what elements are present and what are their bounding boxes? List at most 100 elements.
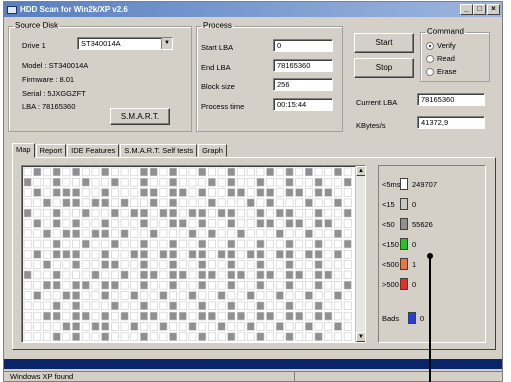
map-block [295, 270, 304, 280]
map-block [43, 178, 51, 187]
map-block [72, 208, 80, 218]
map-block [159, 208, 168, 218]
map-block [169, 250, 177, 259]
map-block [81, 311, 90, 321]
map-panel: ▲ ▼ <5ms 249707 <15 0 <50 55626 <150 0 <500 1 >500… [12, 157, 496, 350]
radio-read[interactable]: Read [426, 54, 455, 63]
map-block [324, 167, 333, 177]
maximize-button[interactable]: □ [473, 4, 486, 15]
map-block [188, 301, 197, 310]
block-size-input[interactable]: 256 [273, 78, 333, 91]
map-block [334, 239, 342, 249]
tab-smart-self-tests[interactable]: S.M.A.R.T. Self tests [120, 144, 198, 157]
end-lba-input[interactable]: 78165360 [273, 59, 333, 72]
drive-select[interactable]: ST340014A ▼ [77, 37, 173, 50]
map-block [159, 260, 168, 269]
map-block [169, 188, 177, 197]
map-block [81, 219, 90, 228]
map-block [130, 188, 139, 197]
map-block [275, 178, 284, 187]
map-block [72, 178, 80, 187]
map-scrollbar[interactable]: ▲ ▼ [355, 166, 365, 342]
map-block [227, 311, 236, 321]
map-block [43, 229, 51, 238]
map-block [91, 229, 100, 238]
map-block [266, 260, 274, 269]
map-block [33, 250, 42, 259]
block-size-label: Block size [201, 82, 235, 91]
chevron-down-icon[interactable]: ▼ [161, 38, 172, 49]
map-block [101, 281, 110, 290]
legend-count: 0 [420, 313, 425, 323]
smart-button[interactable]: S.M.A.R.T. [110, 108, 170, 125]
map-block [343, 219, 352, 228]
map-block [256, 198, 265, 207]
legend-count: 0 [412, 199, 417, 209]
radio-erase-dot[interactable] [426, 67, 434, 76]
map-block [304, 311, 313, 321]
map-block [140, 311, 148, 321]
current-lba-field: 78165360 [417, 93, 485, 106]
map-block [343, 208, 352, 218]
stop-button[interactable]: Stop [354, 58, 414, 78]
map-block [23, 301, 32, 310]
radio-verify[interactable]: Verify [426, 41, 456, 50]
start-lba-input[interactable]: 0 [273, 39, 333, 52]
map-block [324, 178, 333, 187]
close-button[interactable]: × [487, 4, 500, 15]
map-block [101, 332, 110, 341]
map-block [227, 322, 236, 331]
map-block [188, 198, 197, 207]
map-block [314, 178, 323, 187]
map-block [62, 239, 71, 249]
map-block [295, 281, 304, 290]
tab-graph[interactable]: Graph [198, 144, 227, 157]
map-block [188, 260, 197, 269]
map-block [72, 188, 80, 197]
map-block [101, 270, 110, 280]
map-block [72, 311, 80, 321]
map-block [91, 311, 100, 321]
map-block [275, 301, 284, 310]
map-block [72, 281, 80, 290]
map-block [140, 281, 148, 290]
map-block [23, 322, 32, 331]
map-block [304, 198, 313, 207]
map-block [178, 188, 187, 197]
map-block [111, 260, 119, 269]
map-block [198, 178, 207, 187]
tab-map[interactable]: Map [12, 143, 35, 158]
legend-count: 0 [412, 279, 417, 289]
map-block [130, 281, 139, 290]
start-button[interactable]: Start [354, 33, 414, 53]
map-block [256, 291, 265, 300]
map-block [217, 208, 226, 218]
map-block [227, 198, 236, 207]
map-block [304, 250, 313, 259]
map-block [178, 219, 187, 228]
scroll-down-icon[interactable]: ▼ [356, 332, 365, 342]
map-block [256, 178, 265, 187]
map-block [33, 229, 42, 238]
map-grid [23, 167, 353, 342]
tab-ide-features[interactable]: IDE Features [67, 144, 120, 157]
tab-report[interactable]: Report [35, 144, 67, 157]
scroll-up-icon[interactable]: ▲ [356, 166, 365, 176]
map-block [227, 208, 236, 218]
map-block [52, 281, 61, 290]
lba-text: LBA : 78165360 [22, 102, 76, 111]
map-block [149, 208, 158, 218]
map-block [217, 239, 226, 249]
map-block [227, 291, 236, 300]
map-block [188, 311, 197, 321]
firmware-text: Firmware : 8.01 [22, 75, 75, 84]
radio-verify-dot[interactable] [426, 41, 434, 50]
map-block [246, 208, 255, 218]
map-block [217, 167, 226, 177]
radio-erase[interactable]: Erase [426, 67, 457, 76]
map-block [72, 291, 80, 300]
radio-read-dot[interactable] [426, 54, 434, 63]
map-block [33, 301, 42, 310]
minimize-button[interactable]: _ [460, 4, 473, 15]
title-bar[interactable]: HDD Scan for Win2k/XP v2.6 _ □ × [4, 2, 502, 17]
